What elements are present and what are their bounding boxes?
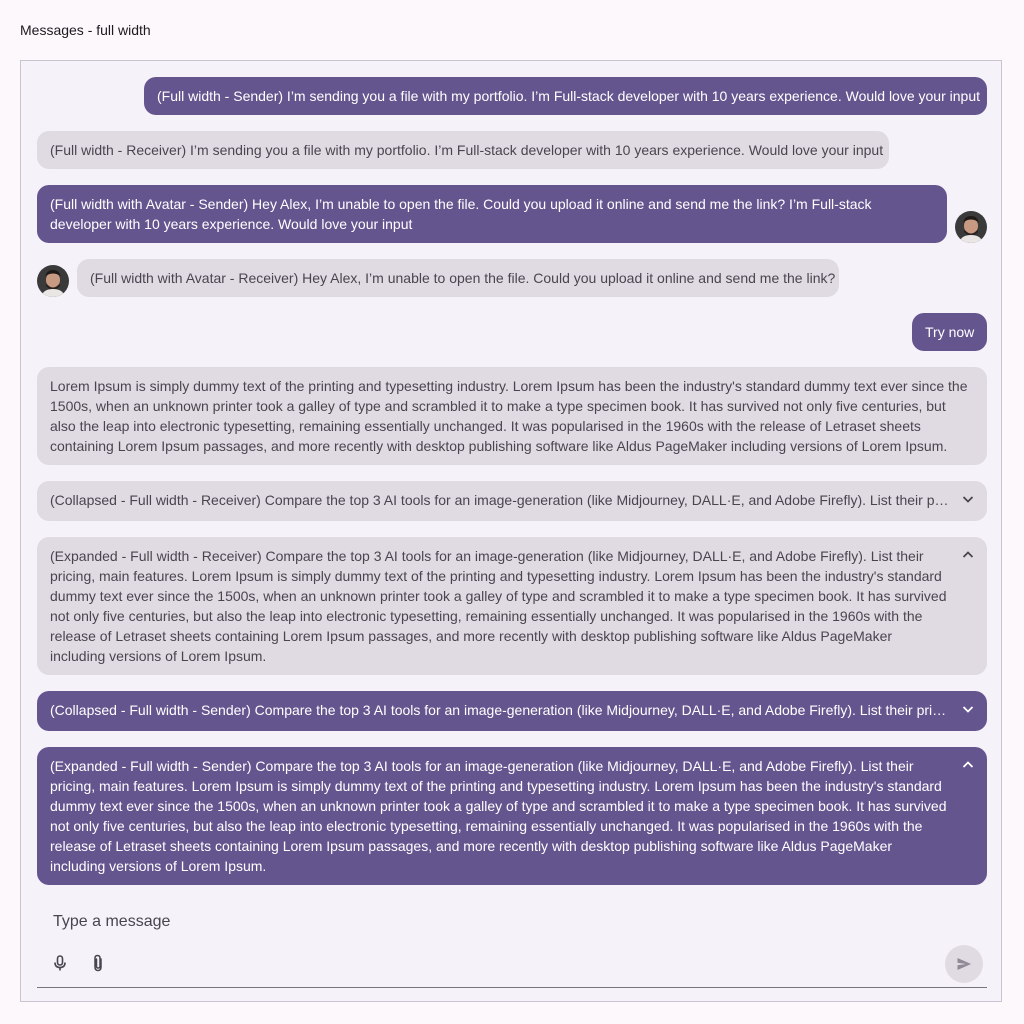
message-text: Try now: [925, 324, 975, 340]
paperclip-icon[interactable]: [88, 953, 108, 973]
message-text: (Collapsed - Full width - Sender) Compar…: [50, 702, 974, 718]
message-text: (Collapsed - Full width - Receiver) Comp…: [50, 492, 974, 508]
message-composer: [37, 901, 987, 988]
messages-panel: (Full width - Sender) I’m sending you a …: [20, 60, 1002, 1002]
message-sender-with-avatar[interactable]: (Full width with Avatar - Sender) Hey Al…: [37, 185, 947, 243]
chevron-up-icon[interactable]: [961, 758, 975, 772]
page-title: Messages - full width: [20, 22, 151, 38]
message-text: (Full width with Avatar - Receiver) Hey …: [90, 270, 836, 286]
message-receiver-with-avatar[interactable]: (Full width with Avatar - Receiver) Hey …: [77, 259, 839, 297]
message-text: Lorem Ipsum is simply dummy text of the …: [50, 378, 968, 454]
message-receiver-collapsed[interactable]: (Collapsed - Full width - Receiver) Comp…: [37, 481, 987, 521]
message-text: (Full width - Sender) I’m sending you a …: [157, 88, 980, 104]
message-text: (Expanded - Full width - Receiver) Compa…: [50, 548, 947, 664]
avatar[interactable]: [37, 265, 69, 297]
message-sender[interactable]: (Full width - Sender) I’m sending you a …: [144, 77, 987, 115]
chevron-up-icon[interactable]: [961, 548, 975, 562]
message-sender-expanded[interactable]: (Expanded - Full width - Sender) Compare…: [37, 747, 987, 885]
message-text: (Full width - Receiver) I’m sending you …: [50, 142, 884, 158]
mic-icon[interactable]: [50, 953, 70, 973]
chevron-down-icon[interactable]: [961, 702, 975, 716]
send-button[interactable]: [945, 945, 983, 983]
chevron-down-icon[interactable]: [961, 492, 975, 506]
message-sender-collapsed[interactable]: (Collapsed - Full width - Sender) Compar…: [37, 691, 987, 731]
message-receiver-long[interactable]: Lorem Ipsum is simply dummy text of the …: [37, 367, 987, 465]
message-receiver[interactable]: (Full width - Receiver) I’m sending you …: [37, 131, 889, 169]
avatar[interactable]: [955, 211, 987, 243]
send-icon: [957, 958, 971, 970]
message-input[interactable]: [53, 911, 933, 933]
message-sender-short[interactable]: Try now: [912, 313, 987, 351]
message-text: (Full width with Avatar - Sender) Hey Al…: [50, 196, 872, 232]
message-text: (Expanded - Full width - Sender) Compare…: [50, 758, 947, 874]
message-receiver-expanded[interactable]: (Expanded - Full width - Receiver) Compa…: [37, 537, 987, 675]
